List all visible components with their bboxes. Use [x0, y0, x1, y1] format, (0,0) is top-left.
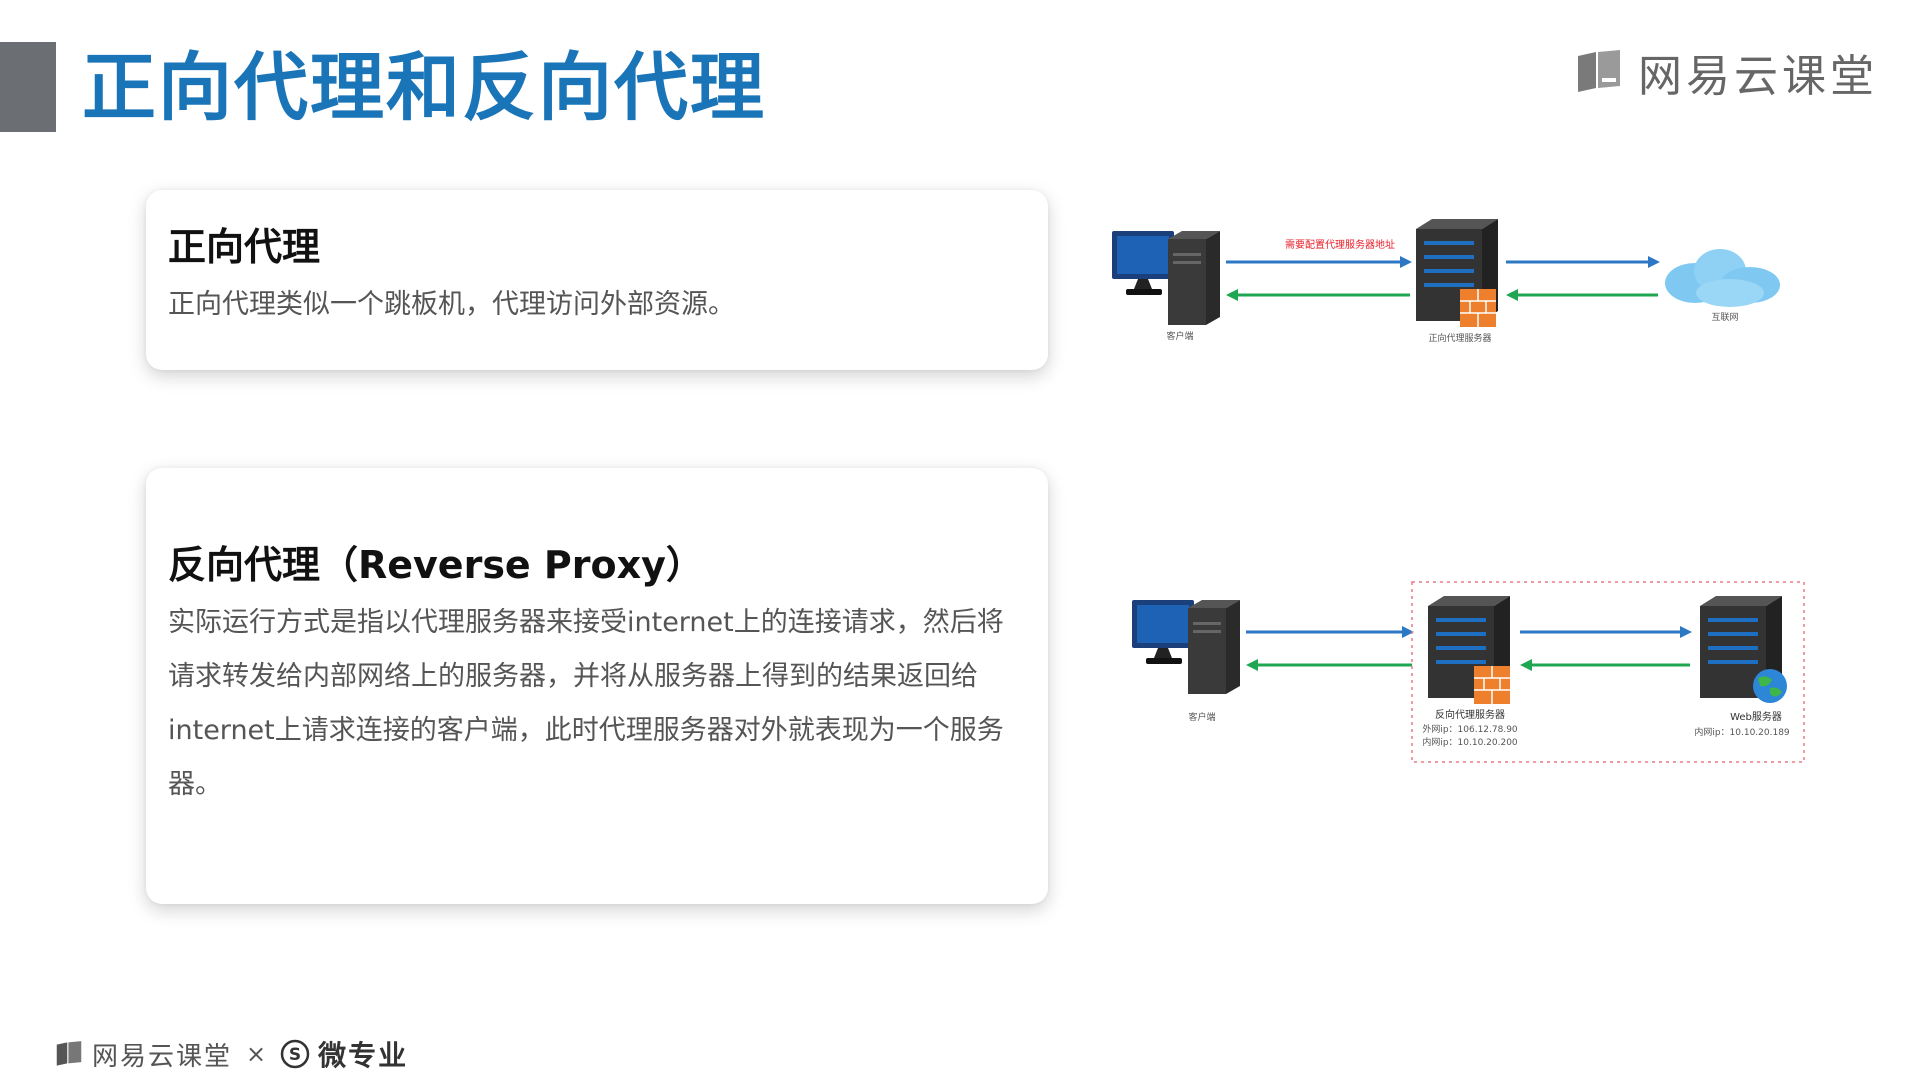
web-server-label: Web服务器 — [1730, 710, 1782, 723]
brand-name: 网易云课堂 — [1638, 51, 1878, 102]
s-circle-icon: S — [280, 1039, 310, 1069]
firewall-icon — [1460, 289, 1496, 327]
forward-proxy-card: 正向代理 正向代理类似一个跳板机，代理访问外部资源。 — [146, 190, 1048, 370]
reverse-proxy-label: 反向代理服务器 — [1435, 708, 1505, 721]
internet-label: 互联网 — [1711, 312, 1738, 323]
client-computer-icon — [1112, 231, 1220, 325]
reverse-proxy-desc: 实际运行方式是指以代理服务器来接受internet上的连接请求，然后将请求转发给… — [168, 607, 1004, 800]
web-server-inner-ip: 内网ip：10.10.20.189 — [1694, 726, 1790, 738]
reverse-proxy-title: 反向代理（Reverse Proxy） — [168, 543, 704, 587]
footer-separator: × — [246, 1040, 267, 1068]
reverse-proxy-diagram: 客户端 反向代理服务器 外网ip：106.12.78.90 内网ip：10.10… — [1132, 581, 1805, 763]
forward-proxy-title: 正向代理 — [168, 225, 321, 269]
book-icon — [1578, 50, 1620, 92]
footer-brand-name: 网易云课堂 — [92, 1041, 233, 1072]
cloud-icon — [1665, 249, 1780, 307]
reverse-proxy-card: 反向代理（Reverse Proxy） 实际运行方式是指以代理服务器来接受int… — [146, 468, 1048, 904]
firewall-icon — [1474, 666, 1510, 704]
book-icon — [56, 1041, 82, 1066]
client-computer-icon — [1132, 600, 1240, 694]
footer-partner-name: 微专业 — [318, 1039, 409, 1072]
forward-proxy-desc: 正向代理类似一个跳板机，代理访问外部资源。 — [168, 289, 735, 320]
client-label: 客户端 — [1188, 711, 1215, 723]
client-label: 客户端 — [1166, 330, 1193, 342]
svg-text:S: S — [289, 1045, 301, 1065]
proxy-config-note: 需要配置代理服务器地址 — [1285, 238, 1395, 251]
forward-proxy-label: 正向代理服务器 — [1428, 332, 1491, 344]
title-accent-bar — [0, 42, 56, 132]
reverse-proxy-outer-ip: 外网ip：106.12.78.90 — [1422, 723, 1518, 735]
reverse-proxy-inner-ip: 内网ip：10.10.20.200 — [1422, 736, 1518, 748]
page-title: 正向代理和反向代理 — [82, 45, 766, 131]
footer-brand: 网易云课堂 × S 微专业 — [54, 1034, 408, 1074]
brand-logo: 网易云课堂 — [1574, 40, 1878, 104]
forward-proxy-diagram: 客户端 需要配置代理服务器地址 正向代理服务器 互联网 — [1112, 219, 1780, 344]
globe-icon — [1753, 669, 1787, 703]
